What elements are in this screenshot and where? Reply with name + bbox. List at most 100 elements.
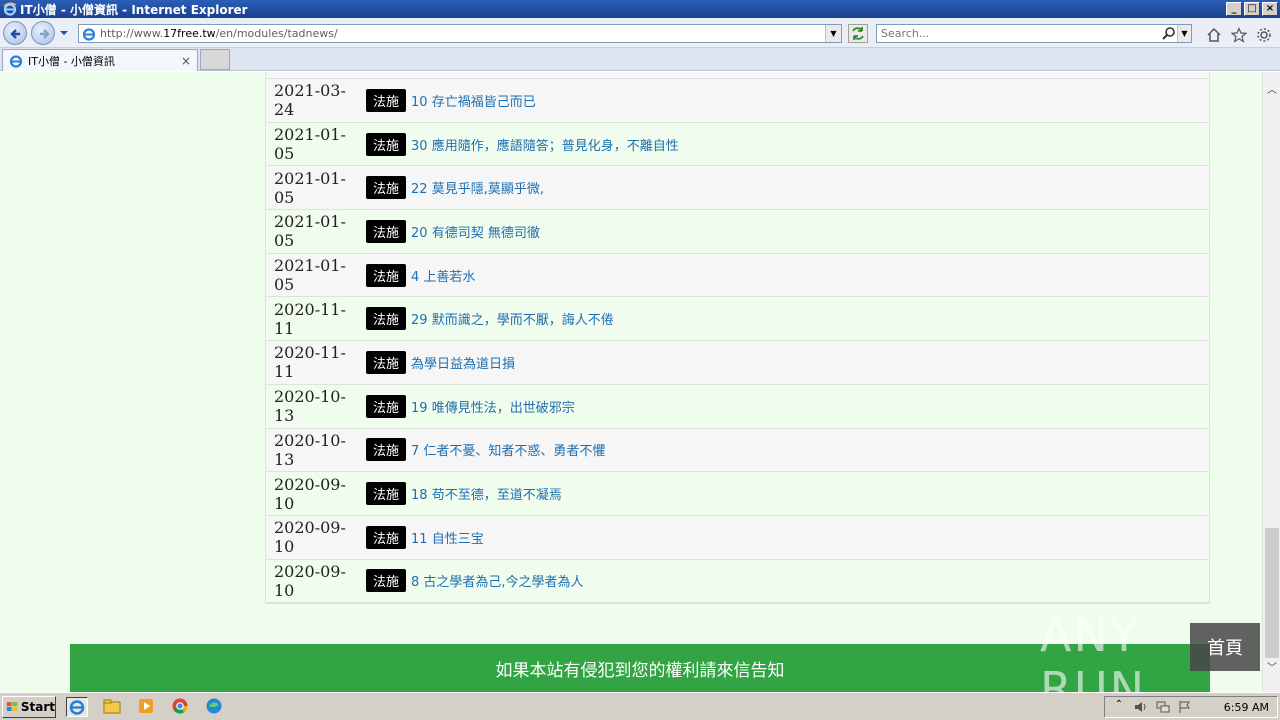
navigation-bar: http://www.17free.tw/en/modules/tadnews/… <box>0 18 1280 48</box>
taskbar: Start ⌃ 6:59 AM <box>0 692 1280 720</box>
favorites-star-icon[interactable] <box>1231 27 1247 43</box>
news-title-link[interactable]: 7 仁者不憂、知者不惑、勇者不懼 <box>411 440 605 459</box>
new-tab-button[interactable] <box>200 49 230 70</box>
news-category-badge[interactable]: 法施 <box>366 525 407 549</box>
forward-button[interactable] <box>31 21 55 45</box>
news-date: 2021-01-05 <box>274 168 346 207</box>
tab-close-icon[interactable]: × <box>179 54 193 68</box>
footer-notice-bar: 如果本站有侵犯到您的權利請來信告知 <box>70 644 1210 692</box>
window-title: IT小僧 - 小僧資訊 - Internet Explorer <box>20 2 248 17</box>
scroll-down-icon[interactable]: ﹀ <box>1263 660 1280 678</box>
news-list-top-cutoff <box>266 72 1209 79</box>
scroll-thumb[interactable] <box>1265 528 1279 658</box>
news-category-badge[interactable]: 法施 <box>366 350 407 374</box>
news-title-link[interactable]: 20 有德司契 無德司徹 <box>411 222 540 241</box>
tab-label: IT小僧 - 小僧資訊 <box>28 54 115 68</box>
tab-strip: IT小僧 - 小僧資訊 × <box>0 48 1280 71</box>
network-icon[interactable] <box>1155 699 1171 715</box>
news-row: 2020-10-13 法施 7 仁者不憂、知者不惑、勇者不懼 <box>266 428 1209 473</box>
news-row: 2021-01-05 法施 20 有德司契 無德司徹 <box>266 210 1209 254</box>
tab-ie-icon <box>9 54 23 68</box>
home-icon[interactable] <box>1206 27 1222 43</box>
page-ie-icon <box>82 27 96 41</box>
home-page-button[interactable]: 首頁 <box>1190 623 1260 671</box>
news-title-link[interactable]: 29 默而識之，學而不厭，誨人不倦 <box>411 309 614 328</box>
history-dropdown-icon[interactable] <box>58 28 70 38</box>
action-center-flag-icon[interactable] <box>1177 699 1193 715</box>
chrome-icon <box>172 698 188 714</box>
news-date: 2020-10-13 <box>274 430 346 469</box>
media-player-icon <box>139 699 153 713</box>
news-title-link[interactable]: 30 應用隨作，應語隨答；普見化身，不離自性 <box>411 135 679 154</box>
restore-button[interactable]: □ <box>1244 2 1260 16</box>
news-date: 2020-09-10 <box>274 474 346 513</box>
news-title-link[interactable]: 22 莫見乎隱,莫顯乎微, <box>411 178 544 197</box>
news-date: 2020-10-13 <box>274 387 346 426</box>
news-category-badge[interactable]: 法施 <box>366 88 407 112</box>
news-list: 2021-03-24 法施 10 存亡禍福皆己而已 2021-01-05 法施 30 應用… <box>265 72 1210 605</box>
compatibility-refresh-button[interactable] <box>848 24 868 43</box>
clock[interactable]: 6:59 AM <box>1224 701 1269 714</box>
news-category-badge[interactable]: 法施 <box>366 132 407 156</box>
start-button[interactable]: Start <box>2 696 56 718</box>
address-dropdown-icon[interactable]: ▼ <box>825 25 841 42</box>
windows-flag-icon <box>6 702 18 712</box>
forward-arrow-icon <box>40 29 50 39</box>
start-label: Start <box>20 700 55 714</box>
news-category-badge[interactable]: 法施 <box>366 176 407 200</box>
refresh-icon <box>852 27 864 40</box>
window-title-bar[interactable]: IT小僧 - 小僧資訊 - Internet Explorer _ □ × <box>0 0 1280 18</box>
taskbar-explorer-button[interactable] <box>102 697 124 717</box>
back-arrow-icon <box>10 29 20 39</box>
address-bar[interactable]: http://www.17free.tw/en/modules/tadnews/… <box>78 24 842 43</box>
minimize-button[interactable]: _ <box>1226 2 1242 16</box>
search-dropdown-icon[interactable]: ▼ <box>1177 25 1191 42</box>
taskbar-edge-button[interactable] <box>204 697 226 717</box>
news-date: 2020-09-10 <box>274 561 346 600</box>
news-date: 2021-01-05 <box>274 125 346 164</box>
news-date: 2021-01-05 <box>274 256 346 295</box>
news-category-badge[interactable]: 法施 <box>366 438 407 462</box>
news-row: 2021-01-05 法施 4 上善若水 <box>266 253 1209 298</box>
page-viewport: 2021-03-24 法施 10 存亡禍福皆己而已 2021-01-05 法施 30 應用… <box>0 72 1262 692</box>
news-title-link[interactable]: 8 古之學者為己,今之學者為人 <box>411 571 584 590</box>
volume-icon[interactable] <box>1133 699 1149 715</box>
news-row: 2020-09-10 法施 8 古之學者為己,今之學者為人 <box>266 559 1209 604</box>
news-title-link[interactable]: 11 自性三宝 <box>411 528 484 547</box>
folder-icon <box>103 699 121 714</box>
news-row: 2020-09-10 法施 11 自性三宝 <box>266 515 1209 560</box>
footer-notice-text: 如果本站有侵犯到您的權利請來信告知 <box>495 660 785 681</box>
news-category-badge[interactable]: 法施 <box>366 569 407 593</box>
news-title-link[interactable]: 4 上善若水 <box>411 266 475 285</box>
news-date: 2021-01-05 <box>274 212 346 251</box>
scroll-up-icon[interactable]: ︿ <box>1263 82 1280 100</box>
system-tray: ⌃ 6:59 AM <box>1104 696 1278 718</box>
news-category-badge[interactable]: 法施 <box>366 394 407 418</box>
news-category-badge[interactable]: 法施 <box>366 263 407 287</box>
tray-expand-icon[interactable]: ⌃ <box>1111 699 1127 715</box>
news-category-badge[interactable]: 法施 <box>366 219 407 243</box>
taskbar-chrome-button[interactable] <box>170 697 192 717</box>
settings-gear-icon[interactable] <box>1256 27 1272 43</box>
news-title-link[interactable]: 18 苟不至德，至道不凝焉 <box>411 484 562 503</box>
back-button[interactable] <box>3 21 27 45</box>
search-input[interactable] <box>877 25 1161 42</box>
news-date: 2021-03-24 <box>274 81 346 120</box>
news-title-link[interactable]: 為學日益為道日損 <box>411 353 515 372</box>
address-url[interactable]: http://www.17free.tw/en/modules/tadnews/ <box>100 27 825 40</box>
internet-explorer-icon <box>69 700 85 715</box>
edge-icon <box>206 698 222 714</box>
search-box[interactable]: ▼ <box>876 24 1192 43</box>
tab-active[interactable]: IT小僧 - 小僧資訊 × <box>2 49 198 71</box>
search-icon[interactable] <box>1161 26 1177 42</box>
news-category-badge[interactable]: 法施 <box>366 482 407 506</box>
close-button[interactable]: × <box>1262 2 1278 16</box>
taskbar-media-player-button[interactable] <box>136 697 158 717</box>
vertical-scrollbar[interactable]: ︿ ﹀ <box>1262 72 1280 692</box>
taskbar-ie-button[interactable] <box>66 697 88 717</box>
news-date: 2020-11-11 <box>274 299 346 338</box>
news-title-link[interactable]: 19 唯傳見性法，出世破邪宗 <box>411 397 575 416</box>
news-title-link[interactable]: 10 存亡禍福皆己而已 <box>411 91 536 110</box>
news-category-badge[interactable]: 法施 <box>366 307 407 331</box>
news-row: 2021-01-05 法施 22 莫見乎隱,莫顯乎微, <box>266 166 1209 211</box>
